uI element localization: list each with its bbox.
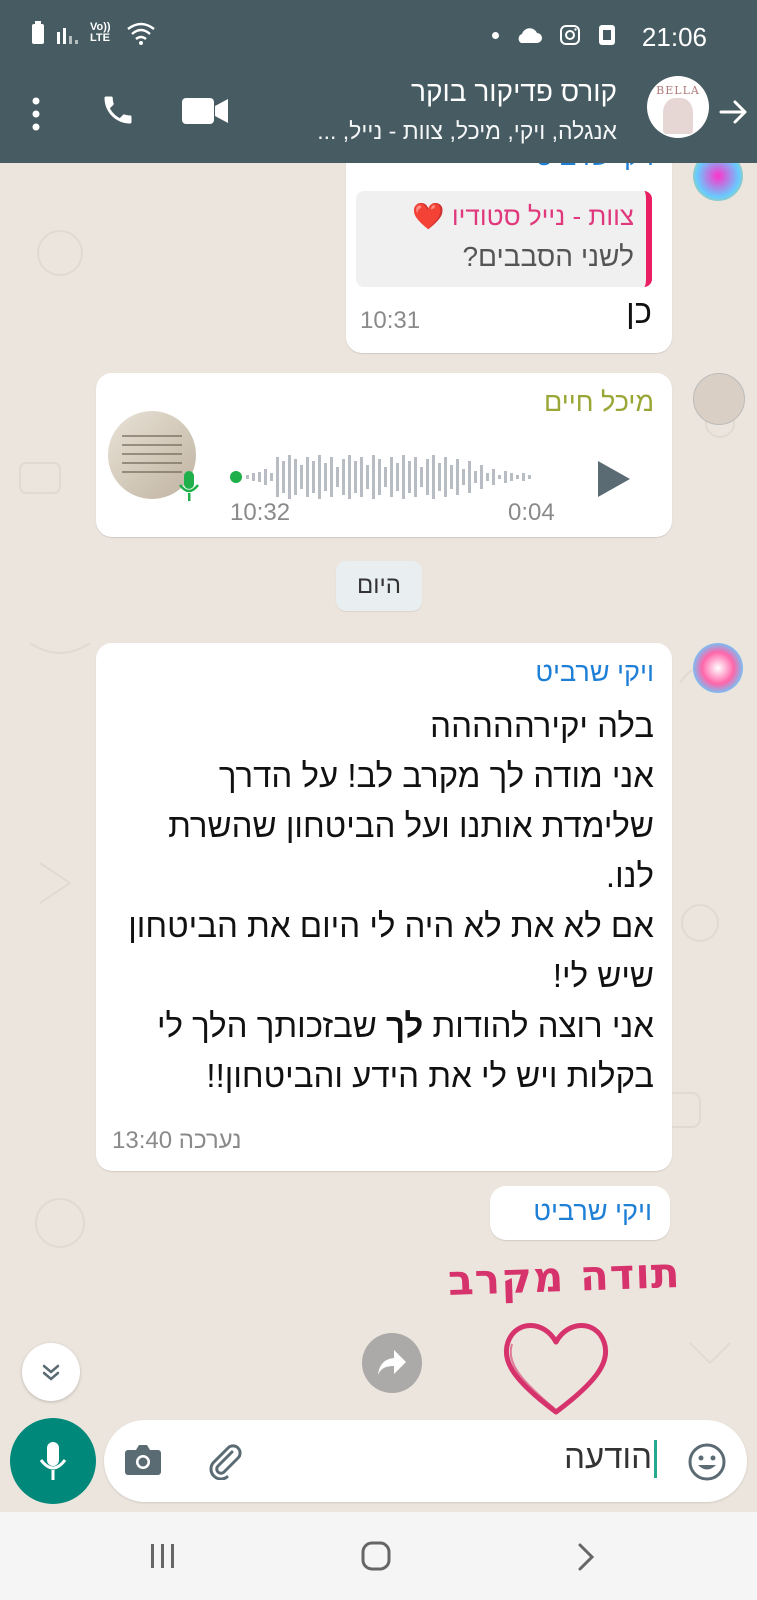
message-text: כן bbox=[626, 293, 652, 330]
message-meta: 13:40 נערכה bbox=[112, 1127, 241, 1155]
wifi-icon bbox=[127, 22, 155, 45]
message-text-part1: בלה יקירההההה אני מודה לך מקרב לב! על הד… bbox=[128, 707, 654, 1044]
quoted-sender: צוות - נייל סטודיו ❤️ bbox=[412, 201, 634, 231]
sticker[interactable]: תודה מקרב bbox=[430, 1248, 690, 1428]
forward-button[interactable] bbox=[362, 1333, 422, 1393]
sender-name-chip[interactable]: ויקי שרביט bbox=[490, 1186, 670, 1240]
text-caret bbox=[654, 1440, 657, 1479]
cloud-icon bbox=[518, 28, 542, 43]
instagram-icon bbox=[560, 25, 580, 45]
message-input-bar[interactable]: הודעה bbox=[104, 1420, 747, 1502]
message-time: 13:40 bbox=[112, 1127, 173, 1154]
battery-icon bbox=[32, 21, 44, 44]
sender-avatar[interactable] bbox=[693, 373, 745, 425]
quoted-text: לשני הסבבים? bbox=[462, 241, 634, 272]
scroll-to-bottom-button[interactable] bbox=[22, 1343, 80, 1401]
sticker-text: תודה מקרב bbox=[446, 1247, 681, 1306]
mic-icon bbox=[179, 471, 199, 501]
network-label: Vo)) LTE bbox=[90, 21, 111, 44]
attach-icon[interactable] bbox=[204, 1440, 244, 1480]
edited-label: נערכה bbox=[178, 1127, 242, 1154]
clock: 21:06 bbox=[641, 22, 707, 52]
video-icon[interactable] bbox=[182, 96, 230, 126]
chat-title[interactable]: קורס פדיקור בוקר bbox=[411, 76, 617, 108]
emoji-icon[interactable] bbox=[687, 1442, 727, 1482]
message-input-text: הודעה bbox=[564, 1438, 652, 1475]
message-input[interactable]: הודעה bbox=[564, 1438, 657, 1479]
sender-name: ויקי שרביט bbox=[535, 163, 654, 172]
top-app-bar: Vo)) LTE 21:06 BELLA קורס פדיקור בוקר אנ… bbox=[0, 0, 757, 163]
signal-icon bbox=[57, 28, 78, 44]
avatar-image bbox=[663, 98, 693, 134]
chat-subtitle[interactable]: אנגלה, ויקי, מיכל, צוות - נייל, ... bbox=[317, 118, 617, 145]
message-bubble-text[interactable]: ויקי שרביט בלה יקירההההה אני מודה לך מקר… bbox=[96, 643, 672, 1171]
date-divider: היום bbox=[336, 561, 422, 611]
app-notification-icon bbox=[599, 25, 615, 45]
back-nav-icon[interactable] bbox=[576, 1542, 596, 1572]
recent-apps-icon[interactable] bbox=[148, 1542, 178, 1570]
forward-icon bbox=[378, 1350, 406, 1375]
message-bubble-reply[interactable]: ויקי שרביט צוות - נייל סטודיו ❤️ לשני הס… bbox=[346, 163, 672, 353]
message-time: 10:31 bbox=[360, 307, 421, 334]
chevron-down-icon bbox=[42, 1364, 60, 1381]
sender-name: מיכל חיים bbox=[543, 387, 654, 417]
audio-waveform[interactable] bbox=[230, 453, 560, 501]
message-time: 10:32 bbox=[230, 499, 291, 526]
group-avatar[interactable]: BELLA bbox=[647, 76, 709, 138]
message-text-bold: לך bbox=[386, 1007, 424, 1044]
status-icons-right bbox=[492, 24, 617, 46]
dot-icon bbox=[492, 31, 499, 39]
voice-message-bubble[interactable]: מיכל חיים 0:04 10:32 bbox=[96, 373, 672, 537]
message-text: בלה יקירההההה אני מודה לך מקרב לב! על הד… bbox=[114, 701, 654, 1101]
sender-avatar[interactable] bbox=[693, 643, 743, 693]
status-icons-left: Vo)) LTE bbox=[30, 20, 156, 46]
menu-icon[interactable] bbox=[30, 96, 42, 132]
system-nav-bar bbox=[0, 1512, 757, 1600]
chat-area[interactable]: ויקי שרביט צוות - נייל סטודיו ❤️ לשני הס… bbox=[0, 163, 757, 1513]
heart-sticker-icon bbox=[503, 1323, 609, 1415]
back-arrow-icon[interactable] bbox=[715, 94, 751, 130]
home-icon[interactable] bbox=[360, 1540, 392, 1572]
sender-name: ויקי שרביט bbox=[533, 1196, 652, 1226]
phone-icon[interactable] bbox=[100, 92, 136, 128]
voice-record-button[interactable] bbox=[10, 1418, 96, 1504]
play-icon[interactable] bbox=[596, 459, 632, 499]
quoted-message[interactable]: צוות - נייל סטודיו ❤️ לשני הסבבים? bbox=[356, 191, 652, 287]
mic-icon bbox=[39, 1442, 67, 1480]
sender-name: ויקי שרביט bbox=[535, 657, 654, 687]
camera-icon[interactable] bbox=[124, 1442, 162, 1476]
voice-duration: 0:04 bbox=[508, 499, 555, 526]
avatar-logo-text: BELLA bbox=[656, 84, 700, 97]
avatar-text-lines bbox=[122, 435, 182, 475]
